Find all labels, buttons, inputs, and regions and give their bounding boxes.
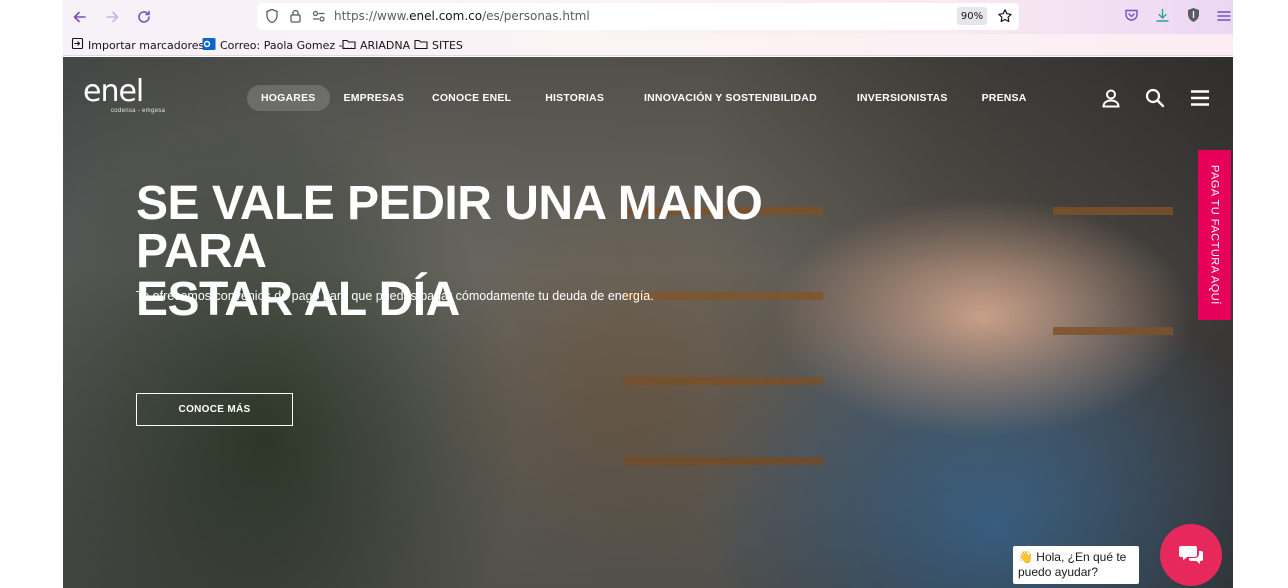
bookmark-label: SITES <box>432 38 463 52</box>
zoom-level-badge[interactable]: 90% <box>957 7 987 25</box>
pocket-icon[interactable] <box>1124 8 1139 28</box>
bookmark-folder-ariadna[interactable]: ARIADNA <box>342 37 410 53</box>
wave-icon: 👋 <box>1018 550 1033 564</box>
browser-toolbar: https://www.enel.com.co/es/personas.html… <box>63 0 1233 34</box>
bookmark-import[interactable]: Importar marcadores... <box>71 37 215 53</box>
nav-empresas[interactable]: EMPRESAS <box>330 85 419 111</box>
back-arrow-icon <box>73 11 86 23</box>
nav-hogares[interactable]: HOGARES <box>247 85 330 111</box>
permissions-icon[interactable] <box>312 9 326 28</box>
logo-wordmark: enel <box>83 74 144 109</box>
url-path: /es/personas.html <box>482 9 590 23</box>
pay-bill-side-tab[interactable]: PAGA TU FACTURA AQUÍ <box>1198 150 1231 320</box>
bookmark-star-icon[interactable] <box>997 8 1013 29</box>
bookmark-folder-sites[interactable]: SITES <box>414 37 463 53</box>
main-navigation: HOGARES EMPRESAS CONOCE ENEL HISTORIAS I… <box>247 85 1041 111</box>
bookmark-label: ARIADNA <box>360 38 411 52</box>
shield-icon[interactable] <box>265 8 279 29</box>
hero-subheadline: Te ofrecemos convenios de pago para que … <box>136 289 654 303</box>
hamburger-menu-icon[interactable] <box>1189 87 1211 109</box>
enel-logo[interactable]: enel codensa - emgesa <box>83 77 173 123</box>
forward-arrow-icon <box>106 11 119 23</box>
nav-historias[interactable]: HISTORIAS <box>525 85 624 111</box>
chat-line-2: puedo ayudar? <box>1018 565 1099 579</box>
bookmarks-toolbar: Importar marcadores... Correo: Paola Gom… <box>63 34 1233 56</box>
nav-conoce-enel[interactable]: CONOCE ENEL <box>418 85 525 111</box>
nav-inversionistas[interactable]: INVERSIONISTAS <box>837 85 968 111</box>
bookmark-label: Importar marcadores... <box>88 38 215 52</box>
reload-icon <box>138 10 150 23</box>
search-icon[interactable] <box>1144 87 1166 109</box>
chat-open-button[interactable] <box>1160 524 1222 586</box>
address-bar[interactable]: https://www.enel.com.co/es/personas.html… <box>257 3 1019 30</box>
folder-icon <box>342 38 356 53</box>
logo-subtext: codensa - emgesa <box>111 108 166 114</box>
browser-window: https://www.enel.com.co/es/personas.html… <box>63 0 1233 588</box>
menu-icon[interactable] <box>1217 9 1231 27</box>
chat-greeting-bubble[interactable]: 👋 Hola, ¿En qué te puedo ayudar? <box>1013 546 1139 584</box>
extension-shield-icon[interactable] <box>1186 7 1201 28</box>
pay-bill-label: PAGA TU FACTURA AQUÍ <box>1208 165 1221 305</box>
back-button[interactable] <box>69 6 91 28</box>
downloads-icon[interactable] <box>1155 8 1170 28</box>
bookmark-label: Correo: Paola Gomez -... <box>220 38 354 52</box>
url-host: enel.com.co <box>409 9 483 23</box>
conoce-mas-button[interactable]: CONOCE MÁS <box>136 393 293 426</box>
headline-line-1: SE VALE PEDIR UNA MANO PARA <box>136 177 763 278</box>
chat-line-1: Hola, ¿En qué te <box>1036 550 1127 564</box>
folder-icon <box>414 38 428 53</box>
reload-button[interactable] <box>133 6 155 28</box>
nav-innovacion[interactable]: INNOVACIÓN Y SOSTENIBILIDAD <box>624 85 837 111</box>
outlook-icon <box>202 37 216 54</box>
forward-button[interactable] <box>101 6 123 28</box>
url-prefix: https://www. <box>334 9 410 23</box>
bookmark-outlook[interactable]: Correo: Paola Gomez -... <box>202 37 353 53</box>
url-text[interactable]: https://www.enel.com.co/es/personas.html <box>334 9 590 23</box>
user-account-icon[interactable] <box>1100 87 1122 109</box>
lock-icon[interactable] <box>289 8 302 29</box>
hero-section: enel codensa - emgesa HOGARES EMPRESAS C… <box>63 57 1233 588</box>
nav-prensa[interactable]: PRENSA <box>968 85 1041 111</box>
chat-icon <box>1179 546 1203 564</box>
import-icon <box>71 37 84 53</box>
